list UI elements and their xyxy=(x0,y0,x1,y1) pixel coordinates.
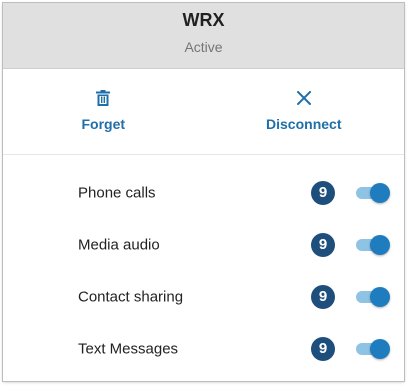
bluetooth-device-panel: WRX Active Forget Disconnect Phone calls… xyxy=(3,3,404,381)
text-messages-toggle[interactable] xyxy=(354,339,390,359)
contact-sharing-toggle[interactable] xyxy=(354,287,390,307)
count-badge: 9 xyxy=(311,337,335,361)
trash-icon xyxy=(94,89,112,107)
setting-label: Contact sharing xyxy=(78,288,184,306)
device-header: WRX Active xyxy=(3,3,404,69)
device-name: WRX xyxy=(182,10,225,30)
media-audio-toggle[interactable] xyxy=(354,235,390,255)
toggle-thumb xyxy=(370,235,390,255)
setting-row-phone-calls: Phone calls 9 xyxy=(3,167,404,219)
toggle-thumb xyxy=(370,339,390,359)
device-status: Active xyxy=(184,39,223,55)
setting-row-contact-sharing: Contact sharing 9 xyxy=(3,271,404,323)
disconnect-label: Disconnect xyxy=(266,116,342,132)
count-badge: 9 xyxy=(311,181,335,205)
phone-calls-toggle[interactable] xyxy=(354,183,390,203)
setting-label: Phone calls xyxy=(78,184,156,202)
count-badge: 9 xyxy=(311,233,335,257)
forget-label: Forget xyxy=(81,116,126,132)
setting-label: Text Messages xyxy=(78,340,179,358)
device-actions: Forget Disconnect xyxy=(3,69,404,155)
count-badge: 9 xyxy=(311,285,335,309)
close-icon xyxy=(295,89,313,107)
setting-row-text-messages: Text Messages 9 xyxy=(3,323,404,375)
toggle-thumb xyxy=(370,287,390,307)
toggle-thumb xyxy=(370,183,390,203)
forget-button[interactable]: Forget xyxy=(3,69,204,154)
setting-row-media-audio: Media audio 9 xyxy=(3,219,404,271)
setting-label: Media audio xyxy=(78,236,160,254)
disconnect-button[interactable]: Disconnect xyxy=(204,69,405,154)
profile-settings-list: Phone calls 9 Media audio 9 Contact shar… xyxy=(3,155,404,375)
